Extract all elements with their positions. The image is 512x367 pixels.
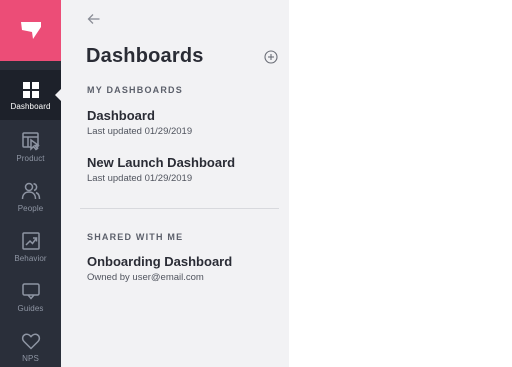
sidebar-item-guides[interactable]: Guides xyxy=(0,270,61,320)
add-dashboard-icon[interactable] xyxy=(264,50,278,64)
brand-flag-icon xyxy=(20,21,41,39)
section-divider xyxy=(80,208,279,209)
dashboard-owner: Owned by user@email.com xyxy=(87,272,204,283)
sidebar-item-label: NPS xyxy=(22,354,39,363)
main-content-area xyxy=(289,0,512,367)
product-cursor-icon xyxy=(21,132,40,151)
dashboards-panel: Dashboards MY DASHBOARDS Dashboard Last … xyxy=(61,0,289,367)
sidebar-item-people[interactable]: People xyxy=(0,170,61,220)
trend-chart-icon xyxy=(21,232,40,250)
app-logo[interactable] xyxy=(0,0,61,61)
sidebar-item-label: Product xyxy=(16,154,45,163)
dashboard-name: Dashboard xyxy=(87,108,155,123)
dashboard-name: New Launch Dashboard xyxy=(87,155,236,170)
dashboard-name: Onboarding Dashboard xyxy=(87,254,233,269)
sidebar-item-label: People xyxy=(17,204,44,213)
sidebar-item-dashboard[interactable]: Dashboard xyxy=(0,70,62,120)
sidebar-item-behavior[interactable]: Behavior xyxy=(0,220,61,270)
sidebar-item-label: Dashboard xyxy=(10,102,51,111)
my-dashboards-heading: MY DASHBOARDS xyxy=(87,85,183,95)
dashboard-list-item[interactable]: Dashboard Last updated 01/29/2019 xyxy=(87,108,277,138)
dashboard-last-updated: Last updated 01/29/2019 xyxy=(87,173,193,184)
people-icon xyxy=(21,182,40,200)
speech-bubble-icon xyxy=(21,283,40,300)
sidebar-item-label: Guides xyxy=(17,304,44,313)
dashboard-list-item[interactable]: New Launch Dashboard Last updated 01/29/… xyxy=(87,155,277,185)
sidebar-item-nps[interactable]: NPS xyxy=(0,320,61,367)
sidebar-item-label: Behavior xyxy=(14,254,47,263)
shared-with-me-heading: SHARED WITH ME xyxy=(87,232,184,242)
shared-dashboard-list-item[interactable]: Onboarding Dashboard Owned by user@email… xyxy=(87,254,277,284)
page-title: Dashboards xyxy=(86,45,204,67)
left-nav-rail: Dashboard Product People Behavior Guides… xyxy=(0,0,62,367)
sidebar-item-product[interactable]: Product xyxy=(0,120,61,170)
grid-icon xyxy=(22,82,39,98)
heart-icon xyxy=(21,333,40,350)
back-arrow-icon[interactable] xyxy=(86,11,102,27)
dashboard-last-updated: Last updated 01/29/2019 xyxy=(87,126,193,137)
